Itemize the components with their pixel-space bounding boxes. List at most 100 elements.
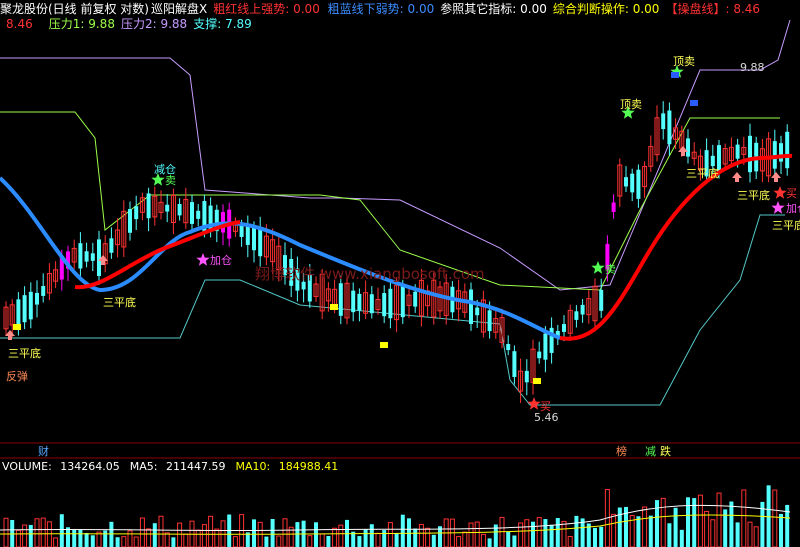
volume-bar xyxy=(462,531,468,547)
signal-square xyxy=(690,100,698,106)
volume-bar xyxy=(158,515,164,547)
candle-body xyxy=(338,283,343,316)
signal-sell-2: 卖 xyxy=(605,263,616,276)
volume-bar xyxy=(78,529,83,547)
volume-bar xyxy=(512,535,517,547)
candle-body xyxy=(580,304,585,315)
volume-bar xyxy=(518,522,524,547)
volume-bar xyxy=(127,530,133,547)
volume-bar xyxy=(40,517,46,547)
volume-bar xyxy=(46,521,52,547)
candle-body xyxy=(624,177,628,187)
candle-body xyxy=(239,225,244,237)
volume-bar xyxy=(555,518,560,547)
volume-bar xyxy=(295,522,300,547)
volume-bar xyxy=(133,536,139,547)
volume-bar xyxy=(716,492,722,547)
candle-body xyxy=(413,291,418,307)
signal-star-add-2 xyxy=(771,201,785,214)
signal-star-buy-2 xyxy=(773,186,787,199)
candle-body xyxy=(90,253,95,261)
volume-bar xyxy=(66,527,70,547)
candle-body xyxy=(78,243,83,269)
candle-body xyxy=(636,169,641,199)
volume-header: VOLUME: 134264.05 MA5: 211447.59 MA10: 184… xyxy=(2,460,339,473)
candle-body xyxy=(128,209,132,233)
volume-bar xyxy=(146,528,152,547)
signal-square xyxy=(380,342,388,348)
volume-bar xyxy=(375,532,381,547)
volume-bar xyxy=(84,532,89,547)
watermark: 翔博软件 www.xiangbosoft.com xyxy=(255,265,485,283)
volume-bar xyxy=(400,514,405,547)
volume-bar xyxy=(660,497,666,547)
candle-body xyxy=(97,239,101,276)
tag-cai: 财 xyxy=(38,444,49,458)
volume-bar xyxy=(15,529,21,547)
volume-bar xyxy=(152,523,157,547)
volume-bar xyxy=(252,519,256,547)
volume-bar xyxy=(382,530,387,547)
signal-bottom-5: 三平底 xyxy=(772,218,800,232)
volume-bar xyxy=(282,518,288,547)
signal-buy-1: 买 xyxy=(540,400,551,413)
volume-bar xyxy=(611,513,617,547)
volume-bar xyxy=(648,515,653,547)
candle-body xyxy=(469,289,473,324)
candle-body xyxy=(245,224,250,245)
candle-body xyxy=(190,202,194,224)
volume-bar xyxy=(735,522,740,547)
tag-die: 跌 xyxy=(660,444,671,458)
volume-bar xyxy=(456,536,462,547)
pressure2-line xyxy=(0,19,791,291)
signal-square xyxy=(671,72,679,78)
signal-square xyxy=(13,324,21,330)
volume-bar xyxy=(593,527,597,547)
candle-body xyxy=(710,155,715,167)
volume-bar xyxy=(22,524,28,547)
volume-bar xyxy=(201,524,207,547)
candle-body xyxy=(512,351,517,378)
volume-bar xyxy=(208,515,214,547)
candle-body xyxy=(388,288,393,319)
volume-bar xyxy=(276,535,282,547)
candle-body xyxy=(134,206,139,220)
chart-stage: 聚龙股份(日线 前复权 对数) 巡阳解盘X 粗红线上强势: 0.00 粗蓝线下弱势:… xyxy=(0,0,800,547)
volume-bar xyxy=(418,524,424,547)
candle-body xyxy=(779,143,783,162)
candle-body xyxy=(772,141,777,169)
volume-bar xyxy=(474,521,480,547)
candle-body xyxy=(667,110,672,145)
tag-bang: 榜 xyxy=(616,444,627,458)
signal-top-1: 顶卖 xyxy=(620,98,642,111)
candle-body xyxy=(475,307,480,316)
volume-bar xyxy=(332,527,338,547)
volume-bar xyxy=(741,489,747,547)
signal-square xyxy=(533,378,541,384)
candle-body xyxy=(630,173,635,193)
price-high-label: 9.88 xyxy=(740,61,765,74)
volume-bar xyxy=(183,533,189,547)
signal-bottom-4: 三平底 xyxy=(737,188,770,202)
candle-body xyxy=(537,351,542,359)
volume-bar xyxy=(480,533,486,547)
volume-ma5 xyxy=(0,504,791,532)
volume-bar xyxy=(28,524,33,547)
volume-bar xyxy=(338,524,344,547)
candle-body xyxy=(252,227,256,251)
candle-body xyxy=(28,291,33,320)
volume-bar xyxy=(109,521,114,547)
volume-bar xyxy=(655,500,659,547)
volume-bar xyxy=(407,518,411,547)
candle-body xyxy=(574,311,579,320)
candle-body xyxy=(41,286,46,296)
candle-body xyxy=(611,202,616,212)
volume-bar xyxy=(357,536,362,547)
volume-bar xyxy=(270,519,275,547)
volume-bar xyxy=(171,537,176,547)
volume-bar xyxy=(561,520,567,547)
volume-bar xyxy=(667,523,672,547)
volume-bar xyxy=(710,519,716,547)
signal-bottom-1: 三平底 xyxy=(8,346,41,360)
volume-bar xyxy=(326,536,331,547)
